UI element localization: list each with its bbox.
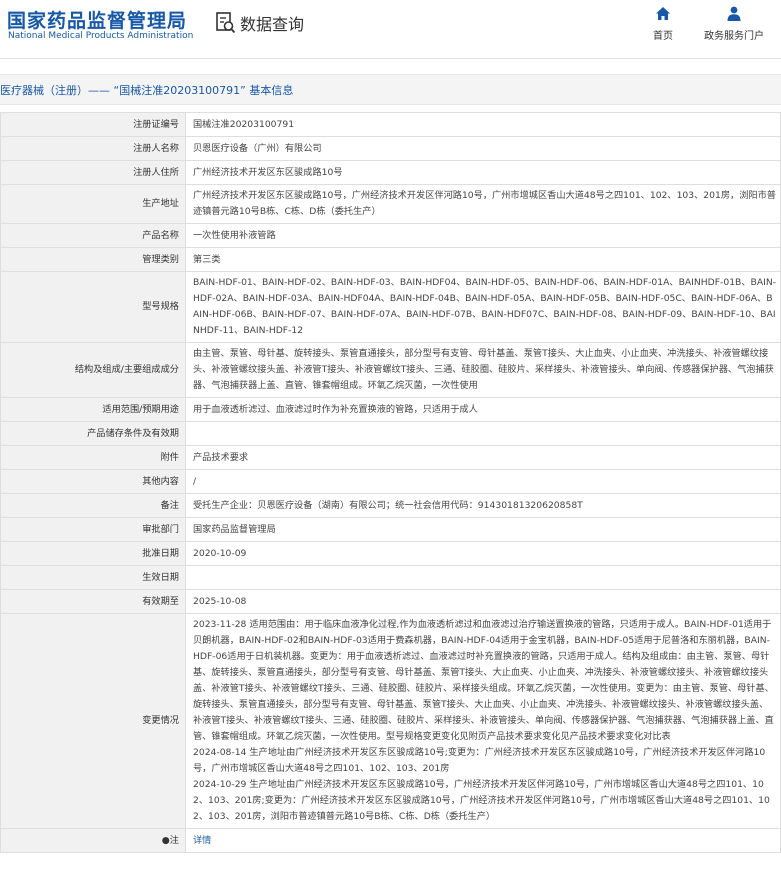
row-label: 产品储存条件及有效期 xyxy=(0,421,186,446)
row-value xyxy=(185,565,781,590)
row-value: 由主管、泵管、母针基、旋转接头、泵管直通接头，部分型号有支管、母针基盖、泵管T接… xyxy=(185,342,781,398)
site-logo-subtitle: National Medical Products Administration xyxy=(8,31,194,41)
row-label: 结构及组成/主要组成成分 xyxy=(0,342,186,398)
row-value: 贝恩医疗设备（广州）有限公司 xyxy=(185,136,781,161)
nav-gov-portal[interactable]: 政务服务门户 xyxy=(702,6,766,42)
row-label: 审批部门 xyxy=(0,517,186,542)
row-label: 注册证编号 xyxy=(0,112,186,137)
breadcrumb: 医疗器械（注册）—— “国械注准20203100791” 基本信息 xyxy=(0,74,781,105)
row-value: BAIN-HDF-01、BAIN-HDF-02、BAIN-HDF-03、BAIN… xyxy=(185,271,781,343)
table-row: 适用范围/预期用途 用于血液透析滤过、血液滤过时作为补充置换液的管路，只适用于成… xyxy=(0,397,781,422)
home-icon xyxy=(656,7,670,20)
data-query-link[interactable]: 数据查询 xyxy=(216,11,304,35)
table-row: 产品名称 一次性使用补液管路 xyxy=(0,223,781,248)
row-label: 适用范围/预期用途 xyxy=(0,397,186,422)
row-value: 详情 xyxy=(185,828,781,853)
header-divider xyxy=(0,58,781,59)
table-row: 生产地址 广州经济技术开发区东区骏成路10号，广州经济技术开发区伴河路10号，广… xyxy=(0,184,781,224)
row-label: 型号规格 xyxy=(0,271,186,343)
row-label: 有效期至 xyxy=(0,589,186,614)
table-row: 注册人名称 贝恩医疗设备（广州）有限公司 xyxy=(0,136,781,161)
nav-gov-label: 政务服务门户 xyxy=(704,31,764,42)
row-value: 广州经济技术开发区东区骏成路10号 xyxy=(185,160,781,185)
row-label: 其他内容 xyxy=(0,469,186,494)
data-query-label: 数据查询 xyxy=(240,15,305,34)
table-row: 其他内容 / xyxy=(0,469,781,494)
detail-link[interactable]: 详情 xyxy=(193,835,211,846)
row-value: 2025-10-08 xyxy=(185,589,781,614)
change-history-value: 2023-11-28 适用范围由：用于临床血液净化过程,作为血液透析滤过和血液滤… xyxy=(185,613,781,829)
row-value: / xyxy=(185,469,781,494)
table-row: ●注 详情 xyxy=(0,828,781,853)
site-header: 国家药品监督管理局 National Medical Products Admi… xyxy=(0,0,781,58)
table-row: 有效期至 2025-10-08 xyxy=(0,589,781,614)
nav-home[interactable]: 首页 xyxy=(648,6,678,42)
site-logo-title[interactable]: 国家药品监督管理局 xyxy=(7,6,187,33)
row-label: 生效日期 xyxy=(0,565,186,590)
data-search-icon xyxy=(216,12,236,34)
row-value: 第三类 xyxy=(185,247,781,272)
row-value: 广州经济技术开发区东区骏成路10号，广州经济技术开发区伴河路10号，广州市增城区… xyxy=(185,184,781,224)
table-row: 备注 受托生产企业：贝恩医疗设备（湖南）有限公司；统一社会信用代码：914301… xyxy=(0,493,781,518)
user-icon xyxy=(727,6,741,21)
row-label: 产品名称 xyxy=(0,223,186,248)
table-row: 生效日期 xyxy=(0,565,781,590)
row-value: 受托生产企业：贝恩医疗设备（湖南）有限公司；统一社会信用代码：914301813… xyxy=(185,493,781,518)
table-row: 批准日期 2020-10-09 xyxy=(0,541,781,566)
row-value xyxy=(185,421,781,446)
row-value: 产品技术要求 xyxy=(185,445,781,470)
row-label: 生产地址 xyxy=(0,184,186,224)
row-value: 国械注准20203100791 xyxy=(185,112,781,137)
table-row: 结构及组成/主要组成成分 由主管、泵管、母针基、旋转接头、泵管直通接头，部分型号… xyxy=(0,342,781,398)
row-label: 管理类别 xyxy=(0,247,186,272)
table-row: 注册人住所 广州经济技术开发区东区骏成路10号 xyxy=(0,160,781,185)
row-value: 2020-10-09 xyxy=(185,541,781,566)
table-row: 变更情况 2023-11-28 适用范围由：用于临床血液净化过程,作为血液透析滤… xyxy=(0,613,781,829)
row-label: 附件 xyxy=(0,445,186,470)
table-row: 附件 产品技术要求 xyxy=(0,445,781,470)
table-row: 型号规格 BAIN-HDF-01、BAIN-HDF-02、BAIN-HDF-03… xyxy=(0,271,781,343)
table-row: 管理类别 第三类 xyxy=(0,247,781,272)
row-value: 国家药品监督管理局 xyxy=(185,517,781,542)
row-label: 注册人名称 xyxy=(0,136,186,161)
row-label: ●注 xyxy=(0,828,186,853)
breadcrumb-text: 医疗器械（注册）—— “国械注准20203100791” 基本信息 xyxy=(0,84,294,97)
row-label: 变更情况 xyxy=(0,613,186,829)
nav-home-label: 首页 xyxy=(653,31,673,42)
row-value: 一次性使用补液管路 xyxy=(185,223,781,248)
row-label: 批准日期 xyxy=(0,541,186,566)
table-row: 产品储存条件及有效期 xyxy=(0,421,781,446)
row-label: 备注 xyxy=(0,493,186,518)
table-row: 注册证编号 国械注准20203100791 xyxy=(0,112,781,137)
table-row: 审批部门 国家药品监督管理局 xyxy=(0,517,781,542)
row-label: 注册人住所 xyxy=(0,160,186,185)
registration-info-table: 注册证编号 国械注准20203100791 注册人名称 贝恩医疗设备（广州）有限… xyxy=(0,112,781,853)
row-value: 用于血液透析滤过、血液滤过时作为补充置换液的管路，只适用于成人 xyxy=(185,397,781,422)
